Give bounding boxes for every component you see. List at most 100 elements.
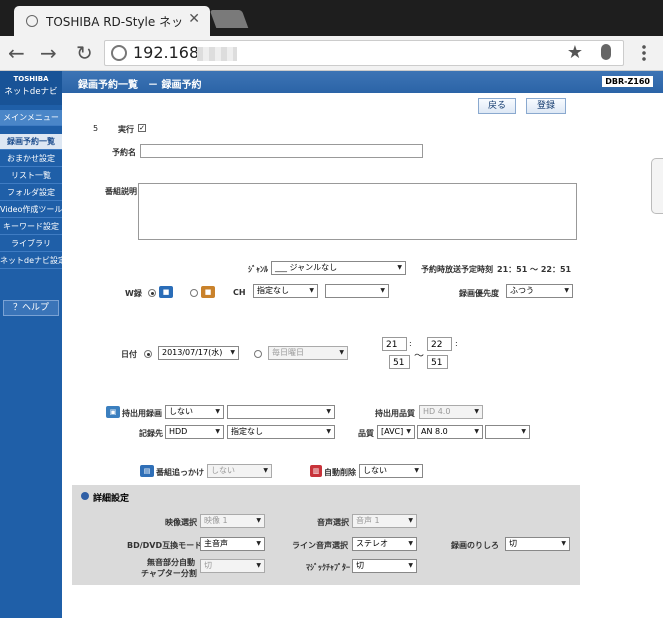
description-label: 番組説明 bbox=[105, 187, 137, 196]
page-title: 録画予約一覧 － 録画予約 bbox=[78, 80, 202, 91]
destination-label: 記録先 bbox=[139, 429, 163, 438]
chapter-label-2: チャプター分割 bbox=[141, 569, 197, 578]
back-button[interactable]: 戻る bbox=[478, 98, 516, 114]
new-tab-button[interactable] bbox=[209, 10, 249, 28]
follow-icon: ▤ bbox=[140, 465, 154, 477]
side-scroll-handle[interactable] bbox=[651, 158, 663, 214]
start-hour-input[interactable]: 21 bbox=[382, 337, 407, 351]
sidebar-item-omakase[interactable]: おまかせ設定 bbox=[0, 151, 62, 167]
magic-chapter-select[interactable]: 切 bbox=[352, 559, 417, 573]
priority-select[interactable]: ふつう bbox=[506, 284, 573, 298]
line-audio-label: ライン音声選択 bbox=[292, 541, 348, 550]
register-button[interactable]: 登録 bbox=[526, 98, 566, 114]
schedule-time: 21：51 ～ 22：51 bbox=[497, 265, 572, 274]
magic-chapter-label: ﾏｼﾞｯｸﾁｬﾌﾟﾀｰ bbox=[306, 563, 350, 572]
tuner-2-icon: ■ bbox=[201, 286, 215, 298]
sidebar-item-video-tool[interactable]: Video作成ツール bbox=[0, 202, 62, 218]
follow-label: 番組追っかけ bbox=[156, 468, 204, 477]
w-record-radio-2[interactable] bbox=[190, 289, 198, 297]
carry-label: 持出用録画 bbox=[122, 409, 162, 418]
page-header: 録画予約一覧 － 録画予約 DBR-Z160 bbox=[62, 71, 663, 93]
detail-title: 詳細設定 bbox=[93, 494, 130, 504]
back-arrow-icon[interactable]: ← bbox=[8, 40, 25, 66]
exec-label: 実行 bbox=[118, 125, 134, 134]
schedule-label: 予約時放送予定時刻 bbox=[421, 265, 493, 274]
ch-select[interactable]: 指定なし bbox=[253, 284, 318, 298]
globe-icon bbox=[111, 45, 127, 61]
tab-title: TOSHIBA RD-Style ネッ bbox=[46, 15, 184, 29]
reservation-name-input[interactable] bbox=[140, 144, 423, 158]
redacted-url bbox=[197, 47, 237, 61]
carry-select[interactable]: しない bbox=[165, 405, 224, 419]
quality-label: 品質 bbox=[358, 429, 374, 438]
start-minute-input[interactable]: 51 bbox=[389, 355, 410, 369]
description-textarea[interactable] bbox=[138, 183, 577, 240]
browser-tab[interactable]: TOSHIBA RD-Style ネッ ✕ bbox=[14, 6, 210, 36]
reload-icon[interactable]: ↻ bbox=[76, 40, 93, 66]
carry-sub-select[interactable] bbox=[227, 405, 335, 419]
address-bar[interactable]: 192.168. ★ bbox=[104, 40, 624, 66]
star-icon[interactable]: ★ bbox=[567, 42, 583, 63]
carry-quality-label: 持出用品質 bbox=[375, 409, 415, 418]
model-badge: DBR-Z160 bbox=[602, 76, 653, 87]
follow-select[interactable]: しない bbox=[207, 464, 272, 478]
sidebar-item-list[interactable]: リスト一覧 bbox=[0, 168, 62, 184]
end-minute-input[interactable]: 51 bbox=[427, 355, 448, 369]
trash-icon: ▥ bbox=[310, 465, 322, 477]
sidebar-item-library[interactable]: ライブラリ bbox=[0, 236, 62, 252]
bullet-icon bbox=[81, 492, 89, 500]
video-select[interactable]: 映像 1 bbox=[200, 514, 265, 528]
ch-label: CH bbox=[233, 288, 246, 297]
quality-select[interactable]: AN 8.0 bbox=[417, 425, 483, 439]
end-hour-input[interactable]: 22 bbox=[427, 337, 452, 351]
weekday-radio[interactable] bbox=[254, 350, 262, 358]
sidebar-item-reservations[interactable]: 録画予約一覧 bbox=[0, 134, 62, 150]
line-audio-select[interactable]: ステレオ bbox=[352, 537, 417, 551]
date-label: 日付 bbox=[121, 350, 137, 359]
help-button[interactable]: ？ヘルプ bbox=[3, 300, 59, 316]
exec-checkbox[interactable]: ✓ bbox=[138, 124, 146, 132]
chapter-select[interactable]: 切 bbox=[200, 559, 265, 573]
quality-sub-select[interactable] bbox=[485, 425, 530, 439]
ch-sub-select[interactable] bbox=[325, 284, 389, 298]
tuner-1-icon: ■ bbox=[159, 286, 173, 298]
date-select[interactable]: 2013/07/17(水) bbox=[158, 346, 239, 360]
autodelete-select[interactable]: しない bbox=[359, 464, 423, 478]
forward-arrow-icon[interactable]: → bbox=[40, 40, 57, 66]
bd-label: BD/DVD互換モード bbox=[127, 541, 203, 550]
audio-label: 音声選択 bbox=[317, 518, 349, 527]
chapter-label-1: 無音部分自動 bbox=[147, 558, 195, 567]
weekday-select[interactable]: 毎日曜日 bbox=[268, 346, 348, 360]
brand-logo: TOSHIBA bbox=[13, 75, 49, 83]
reservation-number: 5 bbox=[93, 124, 99, 133]
margin-select[interactable]: 切 bbox=[505, 537, 570, 551]
sidebar-item-keywords[interactable]: キーワード設定 bbox=[0, 219, 62, 235]
genre-label: ｼﾞｬﾝﾙ bbox=[248, 265, 268, 274]
url-text: 192.168. bbox=[133, 43, 205, 62]
sidebar-logo: TOSHIBA ネットdeナビ bbox=[0, 71, 62, 105]
globe-icon bbox=[26, 15, 38, 27]
bd-select[interactable]: 主音声 bbox=[200, 537, 265, 551]
close-icon[interactable]: ✕ bbox=[188, 11, 200, 27]
sidebar-item-folders[interactable]: フォルダ設定 bbox=[0, 185, 62, 201]
menu-dots-icon[interactable] bbox=[642, 44, 646, 62]
priority-label: 録画優先度 bbox=[459, 289, 499, 298]
quality-mode-select[interactable]: [AVC] bbox=[377, 425, 415, 439]
date-radio[interactable] bbox=[144, 350, 152, 358]
autodelete-label: 自動削除 bbox=[324, 468, 356, 477]
microphone-icon[interactable] bbox=[601, 44, 611, 60]
audio-select[interactable]: 音声 1 bbox=[352, 514, 417, 528]
start-colon: : bbox=[409, 339, 412, 348]
video-label: 映像選択 bbox=[165, 518, 197, 527]
w-record-radio-1[interactable] bbox=[148, 289, 156, 297]
destination-select[interactable]: HDD bbox=[165, 425, 224, 439]
carry-quality-select[interactable]: HD 4.0 bbox=[419, 405, 483, 419]
end-colon: : bbox=[455, 339, 458, 348]
genre-select[interactable]: ___ ジャンルなし bbox=[271, 261, 406, 275]
range-tilde: ～ bbox=[414, 351, 424, 362]
name-label: 予約名 bbox=[112, 148, 136, 157]
sidebar-item-main-menu[interactable]: メインメニュー bbox=[0, 110, 62, 126]
margin-label: 録画のりしろ bbox=[451, 541, 499, 550]
sidebar-item-net-settings[interactable]: ネットdeナビ設定 bbox=[0, 253, 62, 269]
destination-sub-select[interactable]: 指定なし bbox=[227, 425, 335, 439]
